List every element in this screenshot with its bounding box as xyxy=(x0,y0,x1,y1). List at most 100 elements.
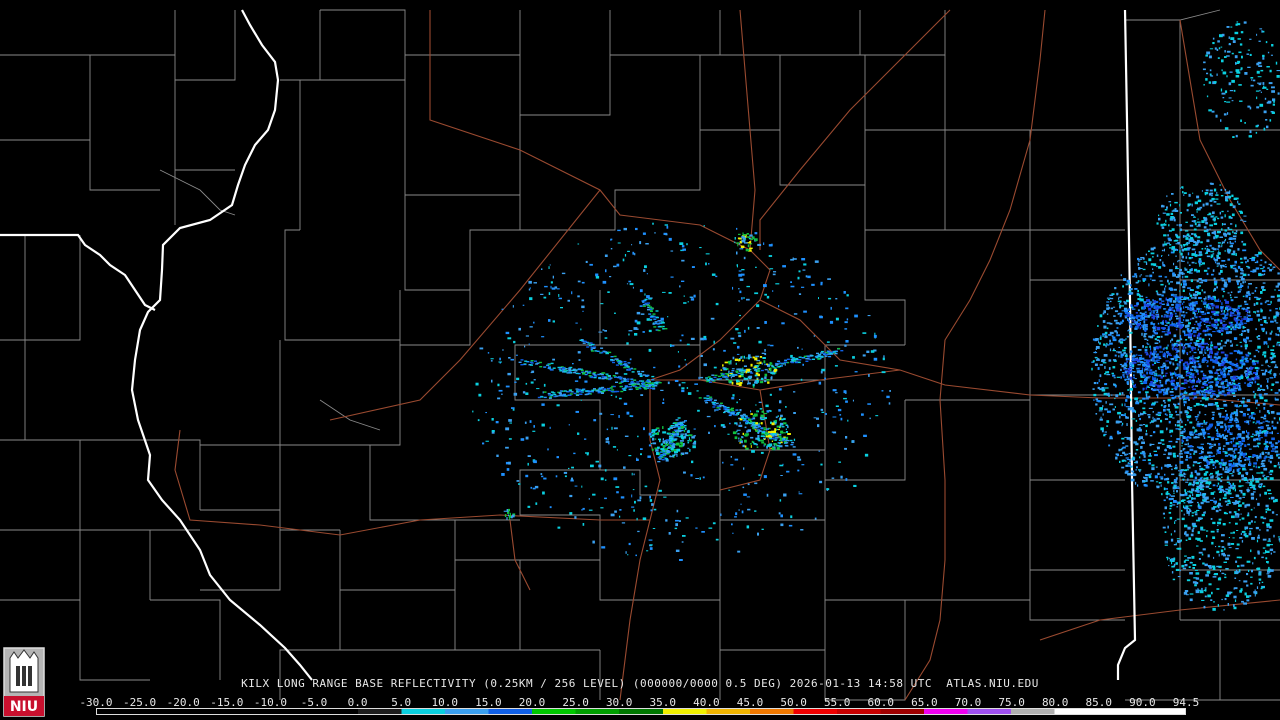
radar-echo xyxy=(747,483,750,486)
radar-echo xyxy=(1262,282,1266,284)
radar-echo xyxy=(1189,433,1194,436)
radar-echo xyxy=(766,379,770,381)
radar-echo xyxy=(1106,304,1108,307)
radar-echo xyxy=(651,375,655,378)
radar-echo xyxy=(703,225,705,227)
radar-echo xyxy=(593,376,597,379)
radar-echo xyxy=(544,285,548,288)
radar-echo xyxy=(1237,323,1241,326)
radar-echo xyxy=(590,464,594,468)
radar-echo xyxy=(1135,326,1139,328)
radar-echo xyxy=(1207,436,1211,438)
radar-echo xyxy=(1154,401,1159,403)
radar-echo xyxy=(579,391,583,393)
radar-echo xyxy=(764,368,768,371)
radar-echo xyxy=(808,358,812,361)
radar-echo xyxy=(647,455,651,458)
radar-echo xyxy=(1215,371,1218,374)
radar-echo xyxy=(1141,324,1144,327)
radar-echo xyxy=(1155,325,1157,329)
radar-echo xyxy=(1206,272,1209,276)
radar-echo xyxy=(1198,260,1202,263)
radar-echo xyxy=(1260,291,1263,294)
radar-echo xyxy=(595,276,600,279)
radar-echo xyxy=(658,322,662,324)
radar-echo xyxy=(1200,491,1202,495)
radar-echo xyxy=(739,314,741,317)
radar-echo xyxy=(636,517,638,521)
radar-echo xyxy=(612,385,616,388)
radar-echo xyxy=(1234,296,1238,298)
radar-echo xyxy=(1224,341,1227,344)
radar-echo xyxy=(581,305,585,309)
radar-echo xyxy=(1200,501,1204,505)
radar-echo xyxy=(762,357,766,359)
radar-echo xyxy=(633,509,635,512)
radar-echo xyxy=(1264,399,1268,401)
radar-echo xyxy=(1097,325,1099,327)
radar-echo xyxy=(758,422,761,424)
radar-echo xyxy=(1150,314,1154,317)
radar-echo xyxy=(882,357,885,361)
radar-echo xyxy=(1203,420,1205,424)
radar-echo xyxy=(1148,386,1151,388)
radar-echo xyxy=(613,477,618,481)
radar-echo xyxy=(781,322,785,325)
radar-echo xyxy=(1195,339,1200,343)
radar-echo xyxy=(854,371,858,373)
radar-echo xyxy=(764,443,766,446)
radar-echo xyxy=(1159,259,1162,262)
radar-echo xyxy=(742,237,746,240)
radar-echo xyxy=(752,236,755,240)
radar-echo xyxy=(720,513,722,516)
radar-echo xyxy=(1132,456,1135,459)
highways xyxy=(174,9,1280,701)
radar-echo xyxy=(554,286,558,289)
radar-echo xyxy=(690,337,695,340)
radar-echo xyxy=(1126,279,1130,283)
radar-echo xyxy=(1122,414,1126,417)
radar-echo xyxy=(1259,318,1262,321)
radar-echo xyxy=(710,317,715,320)
radar-echo xyxy=(766,363,768,365)
radar-echo xyxy=(588,372,592,374)
radar-echo xyxy=(843,291,846,294)
radar-echo xyxy=(725,378,729,380)
radar-echo xyxy=(637,435,639,438)
radar-echo xyxy=(1256,383,1260,386)
radar-echo xyxy=(1142,307,1146,310)
radar-echo xyxy=(1207,298,1210,300)
radar-echo xyxy=(1224,365,1227,368)
radar-echo xyxy=(736,401,738,404)
radar-echo xyxy=(1175,343,1178,345)
radar-echo xyxy=(1203,291,1206,294)
radar-echo xyxy=(1116,327,1119,329)
radar-echo xyxy=(1258,273,1262,277)
radar-echo xyxy=(739,248,744,250)
radar-echo xyxy=(1181,420,1183,424)
radar-echo xyxy=(1261,327,1265,331)
radar-echo xyxy=(548,266,550,269)
radar-echo xyxy=(1247,259,1249,263)
radar-echo xyxy=(1154,454,1158,457)
radar-echo xyxy=(687,392,692,395)
radar-echo xyxy=(543,391,547,393)
radar-echo xyxy=(1145,393,1148,396)
radar-echo xyxy=(1119,306,1121,309)
radar-echo xyxy=(1237,376,1241,380)
radar-echo xyxy=(745,370,748,374)
radar-echo xyxy=(1108,334,1112,336)
radar-echo xyxy=(756,362,760,364)
radar-echo xyxy=(1123,372,1125,374)
radar-echo xyxy=(605,438,609,441)
radar-echo xyxy=(1269,404,1273,407)
radar-echo xyxy=(1221,260,1226,262)
radar-echo xyxy=(1219,300,1221,303)
radar-echo xyxy=(756,377,759,379)
radar-echo xyxy=(1152,271,1154,274)
radar-echo xyxy=(1210,347,1213,351)
radar-echo xyxy=(1164,449,1167,452)
radar-echo xyxy=(1180,392,1183,396)
radar-echo xyxy=(1109,342,1113,345)
radar-echo xyxy=(1250,367,1254,369)
